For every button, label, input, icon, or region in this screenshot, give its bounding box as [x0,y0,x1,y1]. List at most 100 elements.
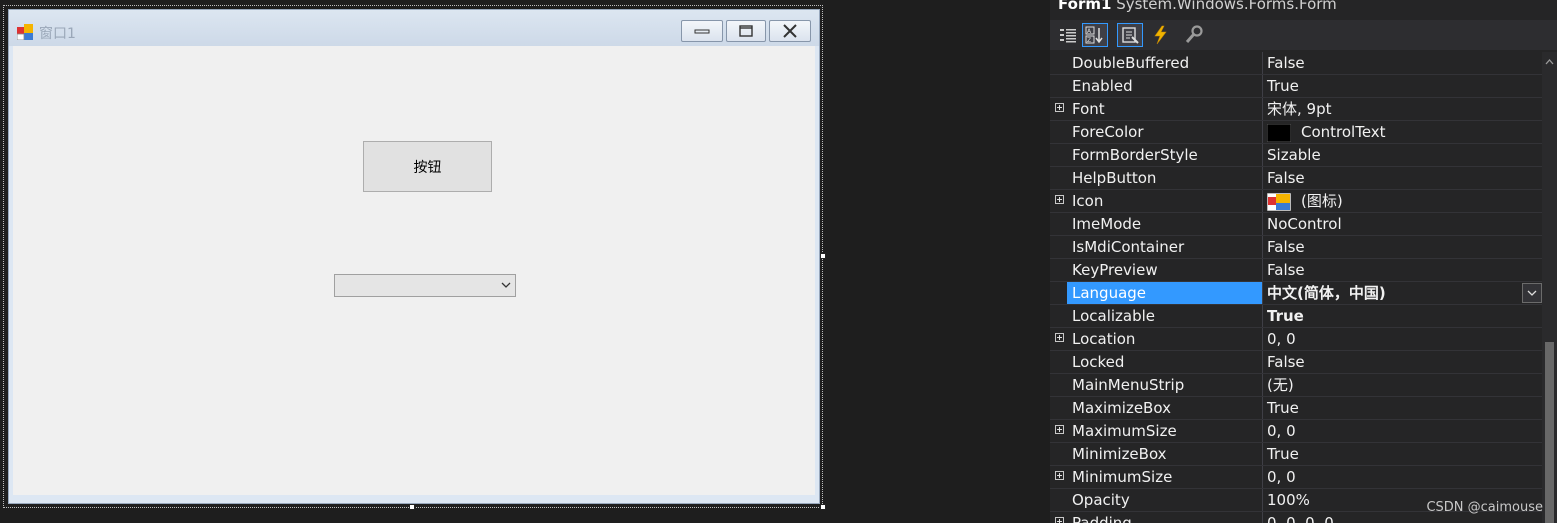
property-value[interactable]: True [1263,443,1542,465]
property-row-ismdicontainer[interactable]: IsMdiContainer False [1050,236,1542,259]
property-value[interactable]: 0, 0 [1263,466,1542,488]
property-name: Localizable [1072,307,1156,325]
property-row-icon[interactable]: Icon (图标) [1050,190,1542,213]
property-name: MainMenuStrip [1072,376,1185,394]
object-name: Form1 [1058,0,1112,13]
resize-handle-bottom-right[interactable] [820,504,826,510]
events-button[interactable] [1147,23,1173,47]
properties-panel: Form1 System.Windows.Forms.Form A Z Doub… [1050,0,1557,523]
resize-handle-bottom[interactable] [409,504,415,510]
property-row-forecolor[interactable]: ForeColor ControlText [1050,121,1542,144]
property-row-localizable[interactable]: Localizable True [1050,305,1542,328]
property-value[interactable]: (无) [1263,374,1542,396]
form-button[interactable]: 按钮 [363,141,492,192]
property-name: IsMdiContainer [1072,238,1185,256]
property-value-container[interactable]: ControlText [1263,121,1542,143]
property-row-language[interactable]: Language 中文(简体，中国) [1050,282,1542,305]
lightning-icon [1154,25,1167,45]
property-name: FormBorderStyle [1072,146,1198,164]
property-name: ImeMode [1072,215,1142,233]
expand-icon[interactable] [1055,471,1064,480]
property-row-locked[interactable]: Locked False [1050,351,1542,374]
property-row-doublebuffered[interactable]: DoubleBuffered False [1050,52,1542,75]
property-value[interactable]: False [1263,259,1542,281]
property-value[interactable]: 中文(简体，中国) [1263,282,1542,304]
property-row-maximizebox[interactable]: MaximizeBox True [1050,397,1542,420]
alphabetical-button[interactable]: A Z [1082,23,1108,47]
form-designer-surface: 窗口1 按钮 [0,0,1050,523]
property-value[interactable]: Sizable [1263,144,1542,166]
property-value[interactable]: 0, 0 [1263,328,1542,350]
resize-handle-right[interactable] [820,253,826,259]
property-name: Language [1067,282,1262,304]
maximize-icon [739,25,753,37]
property-value[interactable]: NoControl [1263,213,1542,235]
categorized-button[interactable] [1055,23,1081,47]
properties-toolbar: A Z [1050,20,1557,50]
property-row-font[interactable]: Font 宋体, 9pt [1050,98,1542,121]
property-row-minimizebox[interactable]: MinimizeBox True [1050,443,1542,466]
property-name: MaximizeBox [1072,399,1171,417]
form-title-bar: 窗口1 [9,10,819,46]
property-name: ForeColor [1072,123,1144,141]
property-value[interactable]: False [1263,351,1542,373]
watermark: CSDN @caimouse [1426,500,1543,515]
property-name: MinimumSize [1072,468,1173,486]
property-value[interactable]: True [1263,397,1542,419]
scrollbar-thumb[interactable] [1545,342,1554,523]
property-row-location[interactable]: Location 0, 0 [1050,328,1542,351]
property-name: Locked [1072,353,1125,371]
minimize-button[interactable] [681,20,723,42]
property-row-formborderstyle[interactable]: FormBorderStyle Sizable [1050,144,1542,167]
expand-icon[interactable] [1055,195,1064,204]
language-dropdown-button[interactable] [1522,283,1542,303]
property-value[interactable]: False [1263,236,1542,258]
property-value: ControlText [1301,123,1386,141]
expand-icon[interactable] [1055,517,1064,523]
property-value[interactable]: False [1263,167,1542,189]
property-name: Font [1072,100,1105,118]
property-name: MinimizeBox [1072,445,1167,463]
form-client-area: 按钮 [13,46,815,495]
property-name: Opacity [1072,491,1130,509]
maximize-button[interactable] [726,20,766,42]
property-name: Enabled [1072,77,1133,95]
close-button[interactable] [769,20,811,42]
property-value-container[interactable]: (图标) [1263,190,1542,212]
property-row-helpbutton[interactable]: HelpButton False [1050,167,1542,190]
property-value[interactable]: 宋体, 9pt [1263,98,1542,120]
property-row-keypreview[interactable]: KeyPreview False [1050,259,1542,282]
design-form-window[interactable]: 窗口1 按钮 [8,9,820,504]
expand-icon[interactable] [1055,103,1064,112]
property-name: KeyPreview [1072,261,1158,279]
property-pages-button[interactable] [1181,23,1207,47]
properties-button[interactable] [1117,23,1143,47]
property-row-maximumsize[interactable]: MaximumSize 0, 0 [1050,420,1542,443]
form-icon-preview [1267,192,1291,211]
property-value[interactable]: 0, 0 [1263,420,1542,442]
property-value[interactable]: True [1263,75,1542,97]
property-row-enabled[interactable]: Enabled True [1050,75,1542,98]
properties-icon [1122,27,1139,44]
expand-icon[interactable] [1055,333,1064,342]
chevron-down-icon [1527,290,1537,296]
object-selector[interactable]: Form1 System.Windows.Forms.Form [1058,0,1337,13]
chevron-down-icon [501,282,511,288]
property-value: (图标) [1301,192,1343,210]
property-name: Padding [1072,514,1132,523]
property-row-mainmenustrip[interactable]: MainMenuStrip (无) [1050,374,1542,397]
property-value[interactable]: False [1263,52,1542,74]
wrench-icon [1185,25,1203,43]
property-value[interactable]: True [1263,305,1542,327]
property-row-imemode[interactable]: ImeMode NoControl [1050,213,1542,236]
property-rows: DoubleBuffered False Enabled True Font 宋… [1050,52,1542,523]
categorized-icon [1060,29,1076,43]
form-combobox[interactable] [334,274,516,297]
chevron-up-icon[interactable] [1545,58,1554,66]
property-name: Icon [1072,192,1104,210]
color-swatch [1267,123,1291,142]
properties-scrollbar[interactable] [1542,52,1557,523]
property-row-minimumsize[interactable]: MinimumSize 0, 0 [1050,466,1542,489]
expand-icon[interactable] [1055,425,1064,434]
svg-text:Z: Z [1087,37,1091,44]
